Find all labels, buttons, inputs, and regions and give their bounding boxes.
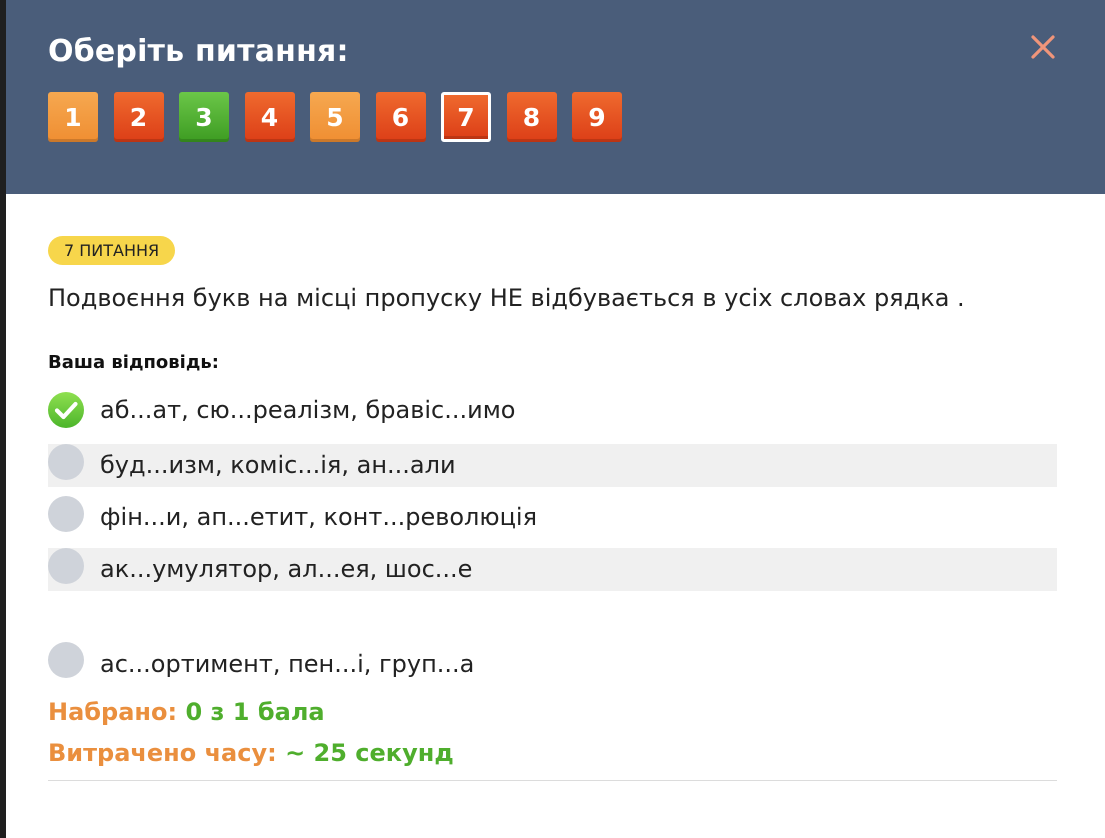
close-icon[interactable] — [1028, 32, 1058, 62]
answer-option-3[interactable]: фін...и, ап...етит, конт...революція — [48, 496, 1057, 539]
question-button-8[interactable]: 8 — [506, 92, 557, 142]
time-value: ~ 25 секунд — [285, 739, 454, 767]
score-label: Набрано: — [48, 698, 178, 726]
question-button-9[interactable]: 9 — [572, 92, 622, 142]
question-number-badge: 7 ПИТАННЯ — [48, 236, 176, 265]
divider — [48, 780, 1057, 781]
time-line: Витрачено часу: ~ 25 секунд — [48, 739, 454, 767]
time-label: Витрачено часу: — [48, 739, 277, 767]
answer-option-1[interactable]: аб...ат, сю...реалізм, бравіс...имо — [48, 391, 1057, 434]
answer-option-label: фін...и, ап...етит, конт...революція — [100, 503, 538, 531]
answer-option-label: ак...умулятор, ал...ея, шос...е — [100, 555, 473, 583]
question-button-5[interactable]: 5 — [310, 92, 360, 142]
check-icon — [54, 401, 78, 420]
answer-option-2[interactable]: буд...изм, коміс...ія, ан...али — [48, 444, 1057, 487]
answer-radio[interactable] — [48, 444, 84, 480]
answer-option-label: буд...изм, коміс...ія, ан...али — [100, 451, 456, 479]
question-button-7[interactable]: 7 — [441, 92, 491, 142]
answer-option-4[interactable]: ак...умулятор, ал...ея, шос...е — [48, 548, 1057, 591]
your-answer-heading: Ваша відповідь: — [48, 352, 219, 373]
score-line: Набрано: 0 з 1 бала — [48, 698, 325, 726]
score-value: 0 з 1 бала — [185, 698, 325, 726]
question-modal: Оберіть питання: 1 2 3 4 5 6 7 8 9 7 ПИТ… — [6, 0, 1105, 838]
question-button-3[interactable]: 3 — [179, 92, 229, 142]
modal-title: Оберіть питання: — [48, 34, 349, 69]
question-button-4[interactable]: 4 — [244, 92, 295, 142]
modal-header: Оберіть питання: 1 2 3 4 5 6 7 8 9 — [6, 0, 1105, 194]
question-button-2[interactable]: 2 — [113, 92, 164, 142]
answer-radio[interactable] — [48, 496, 84, 532]
answer-option-label: аб...ат, сю...реалізм, бравіс...имо — [100, 396, 516, 424]
answer-radio-checked[interactable] — [48, 392, 84, 428]
question-button-1[interactable]: 1 — [48, 92, 98, 142]
question-button-6[interactable]: 6 — [375, 92, 426, 142]
answer-option-5[interactable]: ас...ортимент, пен...і, груп...а — [48, 642, 1057, 685]
answer-radio[interactable] — [48, 548, 84, 584]
answer-option-label: ас...ортимент, пен...і, груп...а — [100, 650, 475, 678]
question-text: Подвоєння букв на місці пропуску НЕ відб… — [48, 284, 965, 312]
answer-radio[interactable] — [48, 642, 84, 678]
